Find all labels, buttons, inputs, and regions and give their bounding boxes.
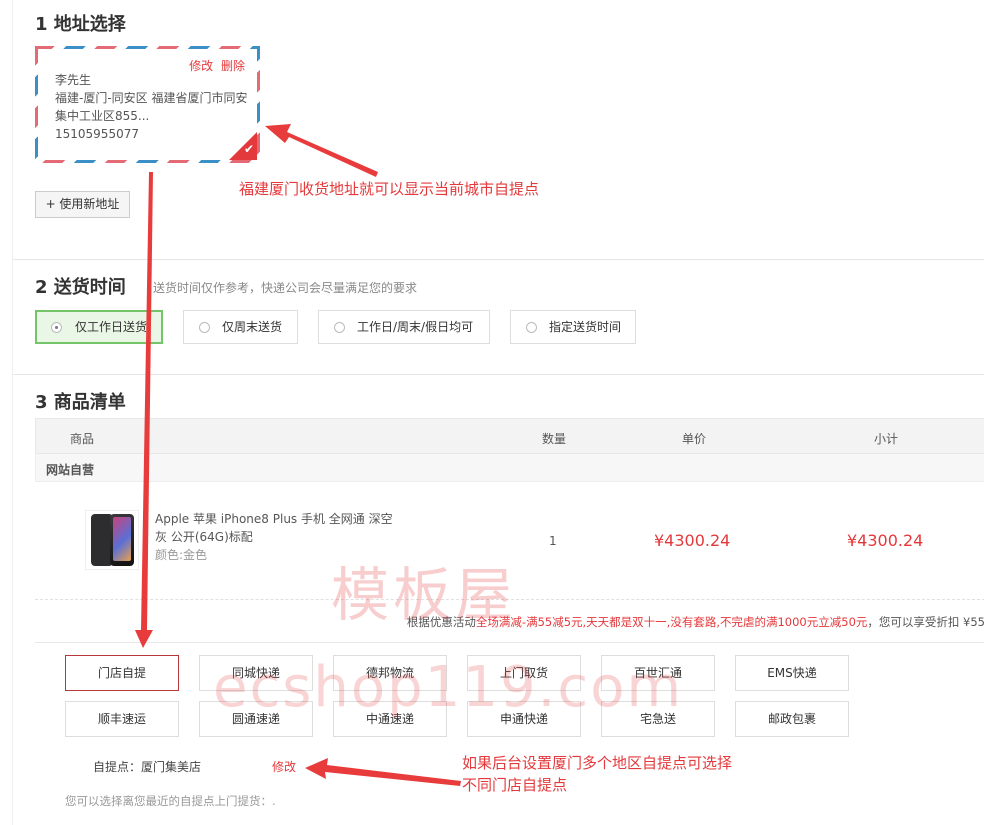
watermark-url: ecshop119.com	[213, 655, 684, 720]
divider	[35, 642, 984, 643]
product-image[interactable]	[85, 510, 139, 570]
header-price: 单价	[682, 432, 707, 446]
section-title-goods: 3 商品清单	[35, 392, 126, 413]
product-qty: 1	[549, 534, 557, 548]
address-edit-link[interactable]: 修改	[189, 59, 213, 73]
radio-icon	[334, 322, 345, 333]
product-price: ¥4300.24	[654, 531, 731, 550]
arrow-to-address	[265, 124, 378, 177]
delivery-option-weekend[interactable]: 仅周末送货	[183, 310, 298, 344]
header-subtotal: 小计	[874, 432, 899, 446]
radio-icon	[526, 322, 537, 333]
radio-icon	[51, 322, 62, 333]
ship-post[interactable]: 邮政包裹	[735, 701, 849, 737]
new-address-button[interactable]: + 使用新地址	[35, 191, 130, 218]
address-line1: 福建-厦门-同安区 福建省厦门市同安	[55, 91, 248, 105]
address-delete-link[interactable]: 删除	[221, 59, 245, 73]
section-title-address: 1 地址选择	[35, 14, 126, 35]
annotation-pickup: 如果后台设置厦门多个地区自提点可选择 不同门店自提点	[462, 754, 733, 794]
pickup-edit-link[interactable]: 修改	[272, 758, 296, 775]
divider	[13, 259, 984, 260]
pickup-point: 自提点：厦门集美店	[93, 760, 202, 774]
check-icon: ✔	[243, 142, 254, 156]
table-header: 商品 数量 单价 小计	[35, 418, 984, 454]
watermark-text: 模板屋	[331, 561, 518, 629]
header-qty: 数量	[542, 432, 567, 446]
divider	[13, 374, 984, 375]
ship-sf[interactable]: 顺丰速运	[65, 701, 179, 737]
product-subtotal: ¥4300.24	[847, 531, 924, 550]
delivery-note: 送货时间仅作参考，快递公司会尽量满足您的要求	[153, 281, 418, 295]
checkout-page: 1 地址选择 修改 删除 李先生 福建-厦门-同安区 福建省厦门市同安 集中工业…	[12, 0, 984, 825]
address-line2: 集中工业区855...	[55, 109, 150, 123]
ship-store-pickup[interactable]: 门店自提	[65, 655, 179, 691]
delivery-option-anytime[interactable]: 工作日/周末/假日均可	[318, 310, 490, 344]
delivery-option-weekday[interactable]: 仅工作日送货	[35, 310, 163, 344]
address-phone: 15105955077	[55, 127, 139, 141]
pickup-note: 您可以选择离您最近的自提点上门提货：.	[65, 794, 276, 808]
radio-icon	[199, 322, 210, 333]
annotation-address: 福建厦门收货地址就可以显示当前城市自提点	[239, 180, 540, 198]
ship-ems[interactable]: EMS快递	[735, 655, 849, 691]
section-title-delivery: 2 送货时间	[35, 277, 126, 298]
shop-name: 网站自营	[35, 454, 984, 482]
header-product: 商品	[70, 432, 95, 446]
address-card[interactable]: 修改 删除 李先生 福建-厦门-同安区 福建省厦门市同安 集中工业区855...…	[35, 46, 260, 163]
delivery-option-specified[interactable]: 指定送货时间	[510, 310, 636, 344]
